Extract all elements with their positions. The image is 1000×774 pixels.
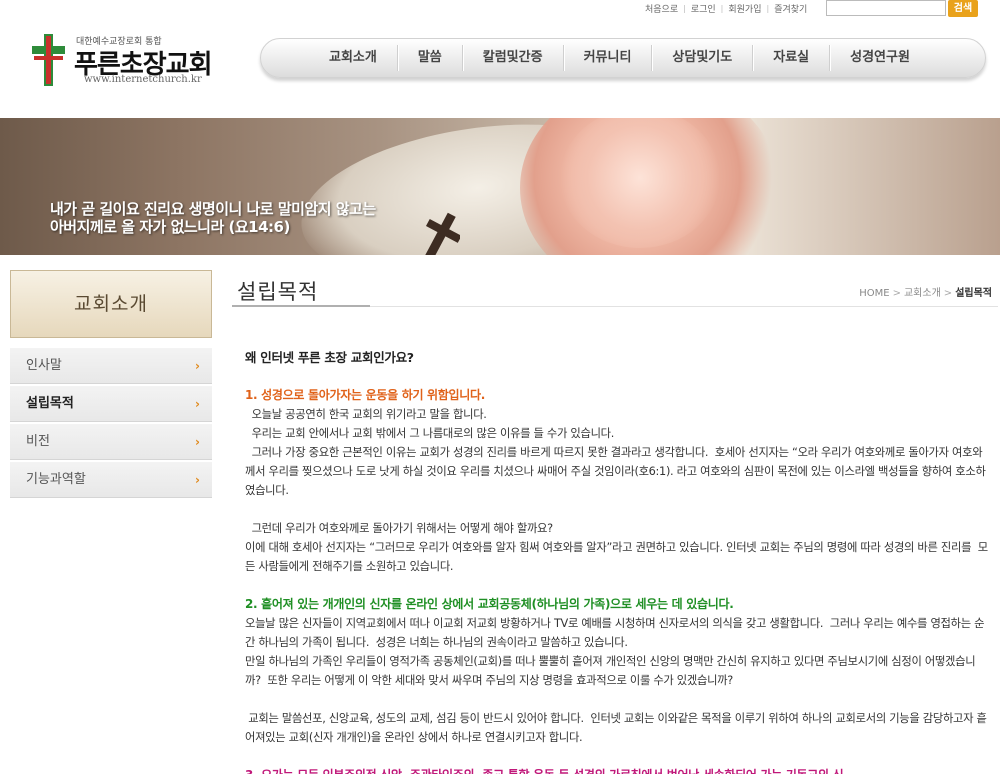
page-title: 설립목적 xyxy=(237,280,319,304)
nav-item-sermon[interactable]: 말씀 xyxy=(398,45,462,71)
breadcrumb: HOME > 교회소개 > 설립목적 xyxy=(859,284,992,299)
home-link[interactable]: 처음으로 xyxy=(640,2,683,15)
hero-banner: 내가 곧 길이요 진리요 생명이니 나로 말미암지 않고는 아버지께로 올 자가… xyxy=(0,118,1000,255)
chevron-right-icon: › xyxy=(195,397,200,411)
sidebar-item-label: 비전 xyxy=(26,434,50,449)
nav-item-church-intro[interactable]: 교회소개 xyxy=(309,45,397,71)
sidebar-item-purpose[interactable]: 설립목적 › xyxy=(10,386,212,422)
banner-verse-line2: 아버지께로 올 자가 없느니라 (요14:6) xyxy=(50,218,290,236)
chevron-right-icon: > xyxy=(892,288,901,299)
chevron-right-icon: › xyxy=(195,435,200,449)
breadcrumb-current: 설립목적 xyxy=(955,288,992,299)
logo-url: www.internetchurch.kr xyxy=(84,74,202,85)
paragraph: 그러나 가장 중요한 근본적인 이유는 교회가 성경의 진리를 바르게 따르지 … xyxy=(245,446,986,497)
title-underline xyxy=(232,305,370,307)
site-logo[interactable]: 대한예수교장로회 통합 푸른초장교회 www.internetchurch.kr xyxy=(30,34,220,90)
paragraph: 교회는 말씀선포, 신앙교육, 성도의 교제, 섬김 등이 반드시 있어야 합니… xyxy=(245,712,987,744)
join-link[interactable]: 회원가입 xyxy=(723,2,766,15)
paragraph: 이에 대해 호세아 선지자는 “그러므로 우리가 여호와를 알자 힘써 여호와를… xyxy=(245,541,988,573)
nav-item-archive[interactable]: 자료실 xyxy=(753,45,829,71)
login-link[interactable]: 로그인 xyxy=(686,2,721,15)
sidebar-item-label: 기능과역할 xyxy=(26,472,86,487)
cross-logo-icon xyxy=(32,34,65,86)
banner-verse: 내가 곧 길이요 진리요 생명이니 나로 말미암지 않고는 아버지께로 올 자가… xyxy=(50,200,376,236)
favorites-link[interactable]: 즐겨찾기 xyxy=(769,2,812,15)
utility-links: 처음으로 | 로그인 | 회원가입 | 즐겨찾기 xyxy=(640,0,812,16)
sidebar-title: 교회소개 xyxy=(10,270,212,338)
search-button[interactable]: 검색 xyxy=(948,0,978,17)
paragraph: 우리는 교회 안에서나 교회 밖에서 그 나름대로의 많은 이유를 들 수가 있… xyxy=(245,427,615,440)
sidebar-item-role[interactable]: 기능과역할 › xyxy=(10,462,212,498)
paragraph: 그런데 우리가 여호와께로 돌아가기 위해서는 어떻게 해야 할까요? xyxy=(245,522,554,535)
sidebar-item-greeting[interactable]: 인사말 › xyxy=(10,348,212,384)
sidebar-item-label: 설립목적 xyxy=(26,396,74,411)
nav-item-bible-institute[interactable]: 성경연구원 xyxy=(830,45,930,71)
section-2-heading: 2. 흩어져 있는 개개인의 신자를 온라인 상에서 교회공동체(하나님의 가족… xyxy=(245,597,734,611)
section-1-heading: 1. 성경으로 돌아가자는 운동을 하기 위함입니다. xyxy=(245,388,486,402)
section-3-heading: 3. 오가는 모든 인본주의적 신앙, 주관타인주의, 종교 통합 운동 등 성… xyxy=(245,766,990,774)
article-body: 왜 인터넷 푸른 초장 교회인가요? 1. 성경으로 돌아가자는 운동을 하기 … xyxy=(245,348,990,774)
breadcrumb-home[interactable]: HOME xyxy=(859,288,889,299)
paragraph: 오늘날 공공연히 한국 교회의 위기라고 말을 합니다. xyxy=(245,408,487,421)
breadcrumb-section[interactable]: 교회소개 xyxy=(904,288,941,299)
nav-item-column[interactable]: 칼럼및간증 xyxy=(463,45,563,71)
chevron-right-icon: › xyxy=(195,473,200,487)
banner-verse-line1: 내가 곧 길이요 진리요 생명이니 나로 말미암지 않고는 xyxy=(50,200,376,218)
search-input[interactable] xyxy=(826,0,946,16)
sidebar-item-vision[interactable]: 비전 › xyxy=(10,424,212,460)
nav-item-community[interactable]: 커뮤니티 xyxy=(564,45,652,71)
paragraph: 만일 하나님의 가족인 우리들이 영적가족 공동체인(교회)를 떠나 뿔뿔히 흩… xyxy=(245,655,976,687)
nav-item-counsel[interactable]: 상담및기도 xyxy=(652,45,752,71)
chevron-right-icon: › xyxy=(195,359,200,373)
paragraph: 오늘날 많은 신자들이 지역교회에서 떠나 이교회 저교회 방황하거나 TV로 … xyxy=(245,617,985,649)
cross-icon xyxy=(423,212,460,255)
chevron-right-icon: > xyxy=(943,288,953,299)
article-question: 왜 인터넷 푸른 초장 교회인가요? xyxy=(245,350,414,365)
main-nav: 교회소개 말씀 칼럼및간증 커뮤니티 상담및기도 자료실 성경연구원 xyxy=(260,38,986,78)
sidebar-item-label: 인사말 xyxy=(26,358,62,373)
